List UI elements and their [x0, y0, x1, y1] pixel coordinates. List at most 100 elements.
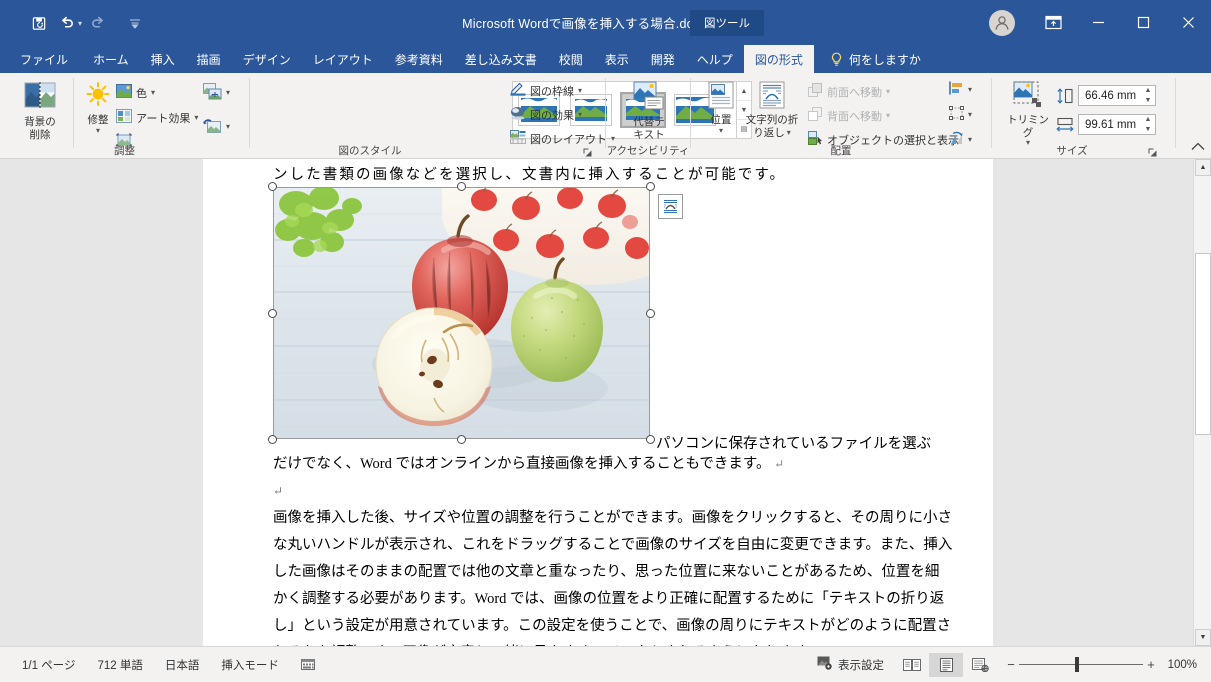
status-insert-mode[interactable]: 挿入モード: [210, 657, 290, 673]
display-settings-button[interactable]: 表示設定: [806, 656, 895, 673]
tab-picture-format[interactable]: 図の形式: [743, 45, 814, 73]
align-dropdown-icon[interactable]: ▾: [968, 85, 972, 93]
status-language[interactable]: 日本語: [154, 657, 211, 673]
color-dropdown-icon[interactable]: ▾: [151, 88, 155, 96]
alt-text-button[interactable]: 代替テ キスト: [626, 81, 672, 141]
picture-image[interactable]: [273, 187, 650, 439]
scrollbar-thumb[interactable]: [1195, 253, 1211, 435]
tab-home[interactable]: ホーム: [82, 45, 140, 73]
send-backward-dropdown-icon[interactable]: ▾: [886, 111, 890, 119]
align-button[interactable]: ▾: [949, 81, 972, 98]
tab-references[interactable]: 参考資料: [384, 45, 454, 73]
zoom-thumb[interactable]: [1075, 657, 1079, 672]
zoom-in-button[interactable]: +: [1143, 657, 1159, 672]
maximize-button[interactable]: [1121, 0, 1166, 45]
view-web-layout-button[interactable]: [963, 653, 997, 677]
vertical-scrollbar[interactable]: ▲ ▼: [1193, 159, 1211, 646]
view-print-layout-button[interactable]: [929, 652, 963, 677]
picture-border-button[interactable]: 図の枠線 ▾: [510, 82, 582, 99]
wrap-text-icon: [757, 81, 787, 112]
send-backward-button[interactable]: 背面へ移動 ▾: [808, 107, 890, 124]
tab-layout[interactable]: レイアウト: [302, 45, 384, 73]
artistic-effects-dropdown-icon[interactable]: ▾: [194, 113, 198, 121]
resize-handle-bottom-right[interactable]: [646, 435, 655, 444]
crop-button[interactable]: トリミング ▾: [1002, 81, 1054, 147]
minimize-button[interactable]: [1076, 0, 1121, 45]
status-word-count[interactable]: 712 単語: [86, 657, 153, 673]
bring-forward-button[interactable]: 前面へ移動 ▾: [808, 83, 890, 100]
size-dialog-launcher[interactable]: [1147, 145, 1158, 157]
shape-height-input[interactable]: 66.46 mm ▲ ▼: [1078, 85, 1156, 106]
scroll-down-arrow-icon[interactable]: ▼: [1195, 629, 1211, 646]
remove-background-button[interactable]: 背景の 削除: [14, 81, 66, 141]
wrap-text-dropdown-icon[interactable]: ▾: [787, 128, 791, 136]
resize-handle-bottom-center[interactable]: [457, 435, 466, 444]
tab-file[interactable]: ファイル: [0, 45, 82, 73]
close-button[interactable]: [1166, 0, 1211, 45]
position-button[interactable]: 位置 ▾: [701, 81, 741, 134]
tab-help[interactable]: ヘルプ: [686, 45, 744, 73]
align-icon: [949, 81, 964, 98]
compress-pictures-dropdown-icon[interactable]: ▾: [226, 89, 230, 97]
tab-review[interactable]: 校閲: [548, 45, 594, 73]
position-dropdown-icon[interactable]: ▾: [719, 126, 723, 134]
wrap-text-button[interactable]: 文字列の折 り返し ▾: [743, 81, 801, 139]
resize-handle-middle-left[interactable]: [268, 309, 277, 318]
status-page[interactable]: 1/1 ページ: [0, 657, 86, 673]
layout-options-button[interactable]: [658, 194, 683, 219]
picture-layout-button[interactable]: 図のレイアウト ▾: [510, 130, 615, 147]
corrections-dropdown-icon[interactable]: ▾: [96, 126, 100, 134]
resize-handle-middle-right[interactable]: [646, 309, 655, 318]
bring-forward-icon: [808, 83, 823, 100]
compress-pictures-button[interactable]: ▾: [203, 83, 230, 103]
record-macro-icon[interactable]: [290, 658, 326, 671]
selected-picture[interactable]: [268, 182, 655, 444]
resize-handle-top-left[interactable]: [268, 182, 277, 191]
shape-height-spinner[interactable]: ▲ ▼: [1144, 87, 1152, 104]
tab-view[interactable]: 表示: [594, 45, 640, 73]
reset-picture-button[interactable]: ▾: [203, 117, 230, 137]
color-button[interactable]: 色 ▾: [116, 84, 155, 101]
bring-forward-dropdown-icon[interactable]: ▾: [886, 87, 890, 95]
tab-mailings[interactable]: 差し込み文書: [454, 45, 548, 73]
workspace-right: [993, 159, 1193, 646]
artistic-effects-button[interactable]: アート効果 ▾: [116, 109, 198, 126]
tab-developer[interactable]: 開発: [640, 45, 686, 73]
scroll-up-arrow-icon[interactable]: ▲: [1195, 159, 1211, 176]
undo-dropdown-icon[interactable]: ▾: [78, 19, 82, 28]
document-area[interactable]: ンした書類の画像などを選択し、文書内に挿入することが可能です。 パソコンに保存さ…: [0, 159, 1211, 646]
undo-icon[interactable]: [54, 12, 80, 34]
customize-quick-access-icon[interactable]: [122, 12, 148, 34]
corrections-label: 修整: [87, 114, 109, 127]
corrections-button[interactable]: 修整 ▾: [78, 81, 118, 134]
resize-handle-top-right[interactable]: [646, 182, 655, 191]
picture-styles-dialog-launcher[interactable]: [582, 145, 593, 157]
resize-handle-bottom-left[interactable]: [268, 435, 277, 444]
document-page[interactable]: ンした書類の画像などを選択し、文書内に挿入することが可能です。 パソコンに保存さ…: [203, 159, 993, 646]
picture-effects-dropdown-icon[interactable]: ▾: [578, 110, 582, 118]
zoom-slider[interactable]: − +: [1003, 657, 1159, 672]
zoom-level-label[interactable]: 100%: [1165, 659, 1211, 671]
reset-picture-icon: [203, 117, 222, 137]
tab-insert[interactable]: 挿入: [140, 45, 186, 73]
zoom-track[interactable]: [1019, 657, 1143, 672]
save-icon[interactable]: [26, 12, 52, 34]
ribbon-display-options-icon[interactable]: [1031, 0, 1076, 45]
resize-handle-top-center[interactable]: [457, 182, 466, 191]
tell-me-search[interactable]: 何をしますか: [814, 45, 931, 73]
shape-height-icon: [1056, 88, 1074, 109]
tab-draw[interactable]: 描画: [186, 45, 232, 73]
group-button[interactable]: ▾: [949, 106, 972, 123]
collapse-ribbon-icon[interactable]: [1191, 140, 1205, 154]
view-read-mode-button[interactable]: [895, 653, 929, 677]
rotate-dropdown-icon[interactable]: ▾: [968, 135, 972, 143]
shape-width-input[interactable]: 99.61 mm ▲ ▼: [1078, 114, 1156, 135]
group-dropdown-icon[interactable]: ▾: [968, 110, 972, 118]
tab-design[interactable]: デザイン: [232, 45, 302, 73]
picture-border-dropdown-icon[interactable]: ▾: [578, 86, 582, 94]
reset-picture-dropdown-icon[interactable]: ▾: [226, 123, 230, 131]
shape-width-spinner[interactable]: ▲ ▼: [1144, 116, 1152, 133]
zoom-out-button[interactable]: −: [1003, 657, 1019, 672]
picture-effects-button[interactable]: 図の効果 ▾: [510, 106, 582, 123]
account-avatar[interactable]: [989, 9, 1015, 36]
